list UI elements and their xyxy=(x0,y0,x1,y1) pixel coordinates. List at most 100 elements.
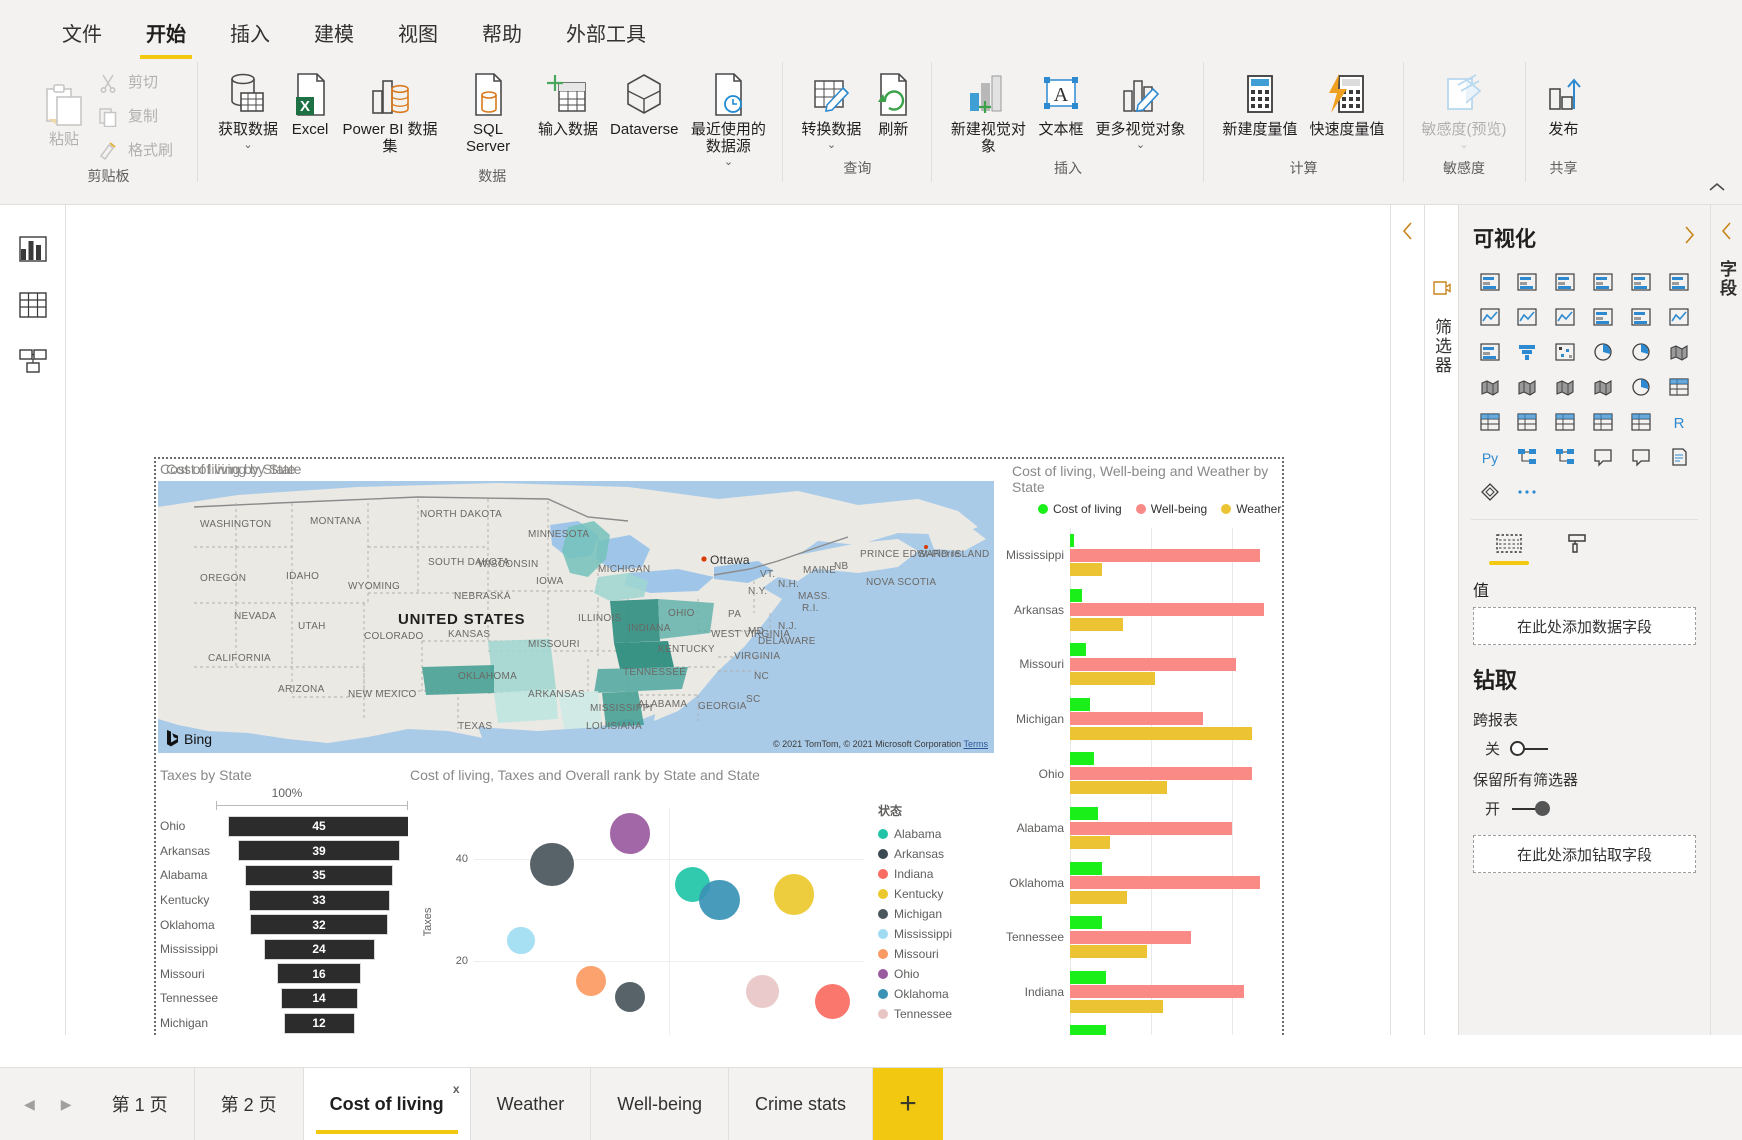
chevron-down-icon[interactable]: ⌄ xyxy=(827,139,836,151)
bar-segment[interactable] xyxy=(1070,752,1095,766)
tab-fields[interactable] xyxy=(1489,532,1529,565)
viz-type-stacked-bar-chart[interactable] xyxy=(1473,267,1506,297)
scatter-legend-item[interactable]: Tennessee xyxy=(878,1004,998,1024)
viz-type-line-stacked-column[interactable] xyxy=(1586,302,1619,332)
map-canvas[interactable]: WASHINGTON MONTANA NORTH DAKOTA MINNESOTA OR… xyxy=(158,481,994,753)
scatter-legend-item[interactable]: Indiana xyxy=(878,864,998,884)
viz-type-table[interactable] xyxy=(1586,407,1619,437)
bar-group[interactable]: Alabama xyxy=(1017,801,1272,856)
menu-item-file[interactable]: 文件 xyxy=(40,12,124,53)
scatter-body[interactable]: 204000510 Cost of living Taxes 状态 Alabam… xyxy=(408,786,998,1035)
scatter-bubble[interactable] xyxy=(530,842,574,886)
more-visuals-button[interactable]: 更多视觉对象 ⌄ xyxy=(1089,66,1191,153)
viz-type-clustered-bar-chart[interactable] xyxy=(1549,267,1582,297)
values-dropzone[interactable]: 在此处添加数据字段 xyxy=(1473,607,1696,645)
viz-type-100-stacked-bar[interactable] xyxy=(1624,267,1657,297)
bar-segment[interactable] xyxy=(1070,916,1103,930)
bar-group[interactable]: Michigan xyxy=(1016,692,1272,747)
copy-button[interactable]: 复制 xyxy=(90,100,179,134)
scatter-bubble[interactable] xyxy=(507,926,535,955)
filter-icon[interactable] xyxy=(1432,279,1452,302)
refresh-button[interactable]: 刷新 xyxy=(867,66,919,141)
cross-report-toggle-row[interactable]: 关 xyxy=(1459,732,1710,759)
visualizations-pane-expand-button[interactable] xyxy=(1682,225,1696,251)
get-data-button[interactable]: 获取数据 ⌄ xyxy=(212,66,284,153)
menu-item-home[interactable]: 开始 xyxy=(124,12,208,59)
filter-pane-collapse-button[interactable] xyxy=(1401,221,1415,247)
excel-button[interactable]: X Excel xyxy=(284,66,336,141)
bar-segment[interactable] xyxy=(1070,603,1264,617)
bar-segment[interactable] xyxy=(1070,890,1127,904)
bar-group[interactable]: Missouri xyxy=(1019,637,1272,692)
drill-dropzone[interactable]: 在此处添加钻取字段 xyxy=(1473,835,1696,873)
new-visual-button[interactable]: 新建视觉对象 xyxy=(944,66,1032,158)
menu-item-insert[interactable]: 插入 xyxy=(208,12,292,53)
chevron-down-icon[interactable]: ⌄ xyxy=(243,139,252,151)
funnel-bar[interactable]: 12 xyxy=(283,1012,355,1034)
bar-legend-item[interactable]: Well-being xyxy=(1135,502,1207,516)
sidebar-item-model-view[interactable] xyxy=(0,333,66,389)
chevron-down-icon[interactable]: ⌄ xyxy=(1136,139,1145,151)
viz-type-more-options[interactable] xyxy=(1511,477,1544,507)
funnel-row[interactable]: Alabama 35 xyxy=(160,863,416,888)
sidebar-item-report-view[interactable] xyxy=(0,221,66,277)
bar-segment[interactable] xyxy=(1070,657,1236,671)
bar-segment[interactable] xyxy=(1070,534,1075,547)
bar-segment[interactable] xyxy=(1070,930,1192,944)
scatter-bubble[interactable] xyxy=(773,874,815,915)
viz-type-map[interactable] xyxy=(1473,372,1506,402)
visual-scatter-cost-taxes-rank[interactable]: Cost of living, Taxes and Overall rank b… xyxy=(408,765,998,1035)
keep-filters-switch[interactable] xyxy=(1510,800,1551,817)
fields-pane-collapsed[interactable]: 字段 xyxy=(1710,205,1742,1035)
viz-type-waterfall-chart[interactable] xyxy=(1473,337,1506,367)
bar-legend-item[interactable]: Weather xyxy=(1221,502,1281,516)
funnel-row[interactable]: Ohio 45 xyxy=(160,814,416,839)
scatter-legend-item[interactable]: Kentucky xyxy=(878,884,998,904)
bar-segment[interactable] xyxy=(1070,876,1260,890)
bar-legend-item[interactable]: Cost of living xyxy=(1038,502,1122,516)
page-tab[interactable]: 第 2 页 xyxy=(194,1068,304,1140)
menu-item-external-tools[interactable]: 外部工具 xyxy=(544,12,668,53)
page-tab[interactable]: Well-being xyxy=(591,1068,730,1140)
scatter-bubble[interactable] xyxy=(614,981,646,1012)
bar-segment[interactable] xyxy=(1070,617,1123,631)
bar-segment[interactable] xyxy=(1070,807,1099,820)
bar-group[interactable]: Indiana xyxy=(1025,965,1272,1020)
viz-type-get-more-visuals[interactable] xyxy=(1473,477,1506,507)
cross-report-switch[interactable] xyxy=(1510,740,1550,757)
bar-segment[interactable] xyxy=(1070,563,1103,576)
bar-segment[interactable] xyxy=(1070,861,1103,875)
scatter-plot-area[interactable] xyxy=(474,808,864,1035)
viz-type-shape-map[interactable] xyxy=(1549,372,1582,402)
funnel-row[interactable]: Arkansas 39 xyxy=(160,839,416,864)
bar-plot-area[interactable]: Mississippi Arkansas Missouri Michigan Ohio A… xyxy=(1006,528,1272,1035)
viz-type-donut-chart[interactable] xyxy=(1624,337,1657,367)
scatter-bubble[interactable] xyxy=(699,879,740,921)
funnel-rows[interactable]: Ohio 45 Arkansas 39 Alabama 35 Kentucky 33 Oklah… xyxy=(158,814,416,1035)
visual-bar-cost-wellbeing-weather[interactable]: Cost of living, Well-being and Weather b… xyxy=(1002,461,1282,1035)
page-next-button[interactable]: ▶ xyxy=(53,1096,80,1113)
bar-group[interactable]: Arkansas xyxy=(1014,583,1272,638)
viz-field-format-tabs[interactable] xyxy=(1459,526,1710,565)
bar-segment[interactable] xyxy=(1070,836,1111,849)
scatter-legend-items[interactable]: Alabama Arkansas Indiana Kentucky Michigan Mi… xyxy=(878,824,998,1024)
menu-item-view[interactable]: 视图 xyxy=(376,12,460,53)
scatter-legend-item[interactable]: Alabama xyxy=(878,824,998,844)
viz-type-area-chart[interactable] xyxy=(1511,302,1544,332)
sidebar-item-data-view[interactable] xyxy=(0,277,66,333)
funnel-bar[interactable]: 33 xyxy=(248,889,390,911)
funnel-row[interactable]: Kentucky 33 xyxy=(160,888,416,913)
sql-server-button[interactable]: SQL Server xyxy=(444,66,532,158)
viz-type-r-visual[interactable]: R xyxy=(1662,407,1695,437)
report-canvas[interactable]: Cost of living by State Cost of living b… xyxy=(154,457,1284,1035)
bar-segment[interactable] xyxy=(1070,672,1155,686)
page-tab[interactable]: Weather xyxy=(470,1068,592,1140)
page-tab[interactable]: Crime stats xyxy=(729,1068,874,1140)
viz-type-card[interactable] xyxy=(1662,372,1695,402)
viz-type-multi-row-card[interactable] xyxy=(1473,407,1506,437)
bar-segment[interactable] xyxy=(1070,999,1163,1013)
keep-filters-toggle-row[interactable]: 开 xyxy=(1459,792,1710,819)
bar-segment[interactable] xyxy=(1070,821,1232,835)
viz-type-matrix[interactable] xyxy=(1624,407,1657,437)
scatter-bubble[interactable] xyxy=(746,975,779,1008)
